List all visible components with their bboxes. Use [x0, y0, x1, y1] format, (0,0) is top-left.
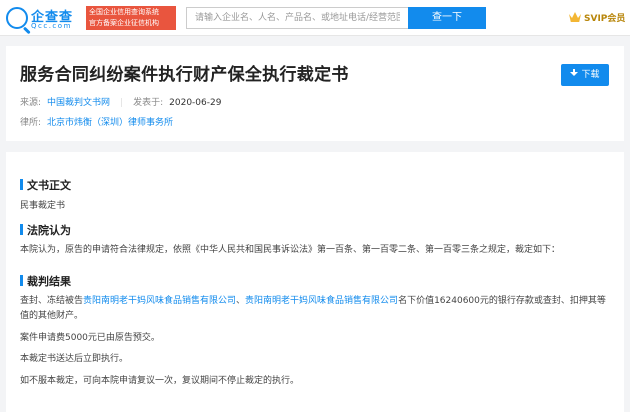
- publish-label: 发表于:: [133, 98, 164, 108]
- judgment-paragraph-2: 案件申请费5000元已由原告预交。: [20, 333, 160, 343]
- court-opinion-text: 本院认为，原告的申请符合法律规定，依照《中华人民共和国民事诉讼法》第一百条、第一…: [20, 245, 561, 255]
- crown-icon: [569, 12, 581, 22]
- judgment-p1-prefix: 查封、冻结被告: [20, 296, 84, 306]
- badge-line-1: 全国企业信用查询系统: [89, 8, 159, 16]
- document-type: 民事裁定书: [20, 201, 66, 211]
- meta-row-law-firm: 律所: 北京市炜衡（深圳）律师事务所: [20, 115, 173, 128]
- section-title-court-opinion: 法院认为: [20, 222, 71, 238]
- svip-link[interactable]: SVIP会员: [569, 11, 625, 25]
- search-button[interactable]: 查一下: [408, 7, 486, 29]
- judgment-paragraph-1: 查封、冻结被告贵阳南明老干妈风味食品销售有限公司、贵阳南明老干妈风味食品销售有限…: [20, 294, 610, 323]
- document-body-card: 文书正文 民事裁定书 法院认为 本院认为，原告的申请符合法律规定，依照《中华人民…: [6, 152, 624, 412]
- judgment-paragraph-3: 本裁定书送达后立即执行。: [20, 354, 129, 364]
- judgment-p1-separator: 、: [236, 296, 246, 306]
- source-link[interactable]: 中国裁判文书网: [47, 98, 110, 108]
- download-button[interactable]: 下载: [561, 64, 609, 86]
- judgment-paragraph-4: 如不服本裁定，可向本院申请复议一次，复议期间不停止裁定的执行。: [20, 376, 300, 386]
- law-firm-link[interactable]: 北京市炜衡（深圳）律师事务所: [47, 118, 173, 128]
- section-title-document-body: 文书正文: [20, 177, 71, 193]
- svip-label: SVIP会员: [584, 14, 626, 24]
- document-title: 服务合同纠纷案件执行财产保全执行裁定书: [20, 65, 349, 85]
- publish-date: 2020-06-29: [169, 98, 222, 108]
- site-logo[interactable]: 企查查 Qcc.com: [6, 6, 84, 32]
- meta-row-source: 来源: 中国裁判文书网 | 发表于: 2020-06-29: [20, 95, 221, 108]
- badge-line-2: 官方备案企业征信机构: [89, 19, 159, 27]
- magnifier-logo-icon: [6, 7, 28, 29]
- law-firm-label: 律所:: [20, 118, 42, 128]
- source-label: 来源:: [20, 98, 42, 108]
- meta-divider: |: [120, 98, 124, 108]
- logo-url: Qcc.com: [31, 22, 72, 30]
- document-header-card: 服务合同纠纷案件执行财产保全执行裁定书 下载 来源: 中国裁判文书网 | 发表于: 20…: [6, 46, 624, 141]
- download-label: 下载: [581, 70, 600, 80]
- company-link-1[interactable]: 贵阳南明老干妈风味食品销售有限公司: [83, 296, 236, 306]
- credit-badge: 全国企业信用查询系统 官方备案企业征信机构: [86, 6, 176, 30]
- section-title-judgment-result: 裁判结果: [20, 273, 71, 289]
- download-icon: [570, 69, 579, 78]
- top-bar: 企查查 Qcc.com 全国企业信用查询系统 官方备案企业征信机构 查一下 SV…: [0, 0, 630, 36]
- search-input[interactable]: [186, 7, 408, 29]
- company-link-2[interactable]: 贵阳南明老干妈风味食品销售有限公司: [245, 296, 398, 306]
